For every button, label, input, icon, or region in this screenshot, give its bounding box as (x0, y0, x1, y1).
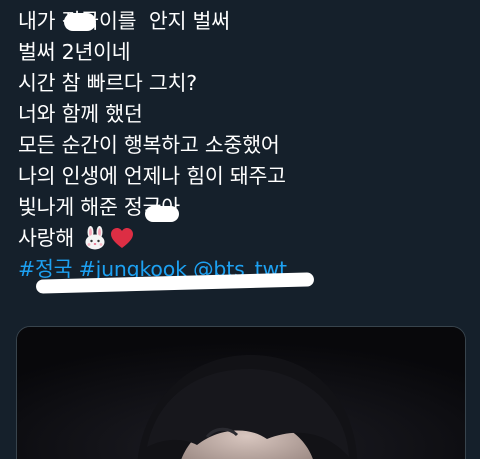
tweet-line: 모든 순간이 행복하고 소중했어 (18, 133, 280, 157)
hashtag-link[interactable]: #정국 (18, 257, 72, 281)
tweet-line: 너와 함께 했던 (18, 102, 143, 126)
red-heart-icon (110, 227, 134, 249)
redaction-mark (145, 206, 179, 222)
tweet-text: 내가 정국이를 안지 벌써 벌써 2년이네 시간 참 빠르다 그치? 너와 함께… (18, 6, 468, 285)
tweet: 내가 정국이를 안지 벌써 벌써 2년이네 시간 참 빠르다 그치? 너와 함께… (0, 0, 480, 459)
tweet-media-image[interactable] (16, 326, 466, 459)
tweet-line: 벌써 2년이네 (18, 40, 131, 64)
photo-portrait (17, 327, 465, 459)
tweet-line: 빛나게 해준 정국아 (18, 195, 180, 219)
tweet-line: 사랑해 (18, 226, 74, 250)
rabbit-face-icon (82, 226, 108, 250)
tweet-line: 나의 인생에 언제나 힘이 돼주고 (18, 164, 286, 188)
redaction-mark (64, 13, 96, 31)
tweet-line: 시간 참 빠르다 그치? (18, 71, 197, 95)
tweet-line-last: 사랑해 (18, 223, 468, 254)
